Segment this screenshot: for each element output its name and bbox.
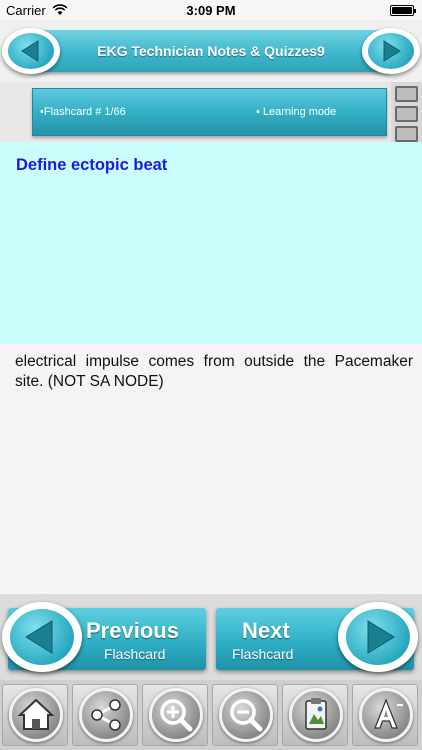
film-strip-icon[interactable] [391,82,422,142]
back-button[interactable] [2,28,60,74]
mode-label: • Learning mode [256,106,337,118]
clock: 3:09 PM [186,3,236,18]
share-button[interactable] [72,684,138,746]
font-size-icon [374,698,403,729]
home-icon [17,698,55,730]
flashcard-navigation: Previous Flashcard Next Flashcard [0,594,422,680]
app-header: EKG Technician Notes & Quizzes9 [0,20,422,82]
zoom-in-button[interactable] [142,684,208,746]
left-arrow-icon [25,620,53,654]
bottom-toolbar [0,680,422,750]
right-arrow-icon [383,40,401,62]
next-label: Next [242,618,290,643]
previous-label: Previous [86,618,179,643]
zoom-in-icon [160,699,193,732]
page-title: EKG Technician Notes & Quizzes9 [97,43,325,59]
right-arrow-icon [367,620,395,654]
zoom-out-button[interactable] [212,684,278,746]
battery-icon [390,5,416,16]
forward-button[interactable] [362,28,420,74]
flashcard-counter: •Flashcard # 1/66 [40,106,126,118]
clipboard-button[interactable] [282,684,348,746]
clipboard-icon [305,698,327,730]
previous-sublabel: Flashcard [104,646,166,662]
question-text: Define ectopic beat [16,156,168,174]
next-sublabel: Flashcard [232,646,294,662]
previous-circle[interactable] [2,602,82,672]
question-panel: Define ectopic beat [0,142,422,344]
answer-text: electrical impulse comes from outside th… [15,353,413,390]
zoom-out-icon [230,699,263,732]
next-circle[interactable] [338,602,418,672]
flashcard-info-bar: •Flashcard # 1/66 • Learning mode [0,82,422,142]
share-icon [91,699,121,731]
status-bar: Carrier 3:09 PM [0,0,422,20]
home-button[interactable] [2,684,68,746]
left-arrow-icon [21,40,39,62]
flashcard-screen: Carrier 3:09 PM EKG Technician Notes & Q… [0,0,422,750]
font-size-button[interactable] [352,684,418,746]
